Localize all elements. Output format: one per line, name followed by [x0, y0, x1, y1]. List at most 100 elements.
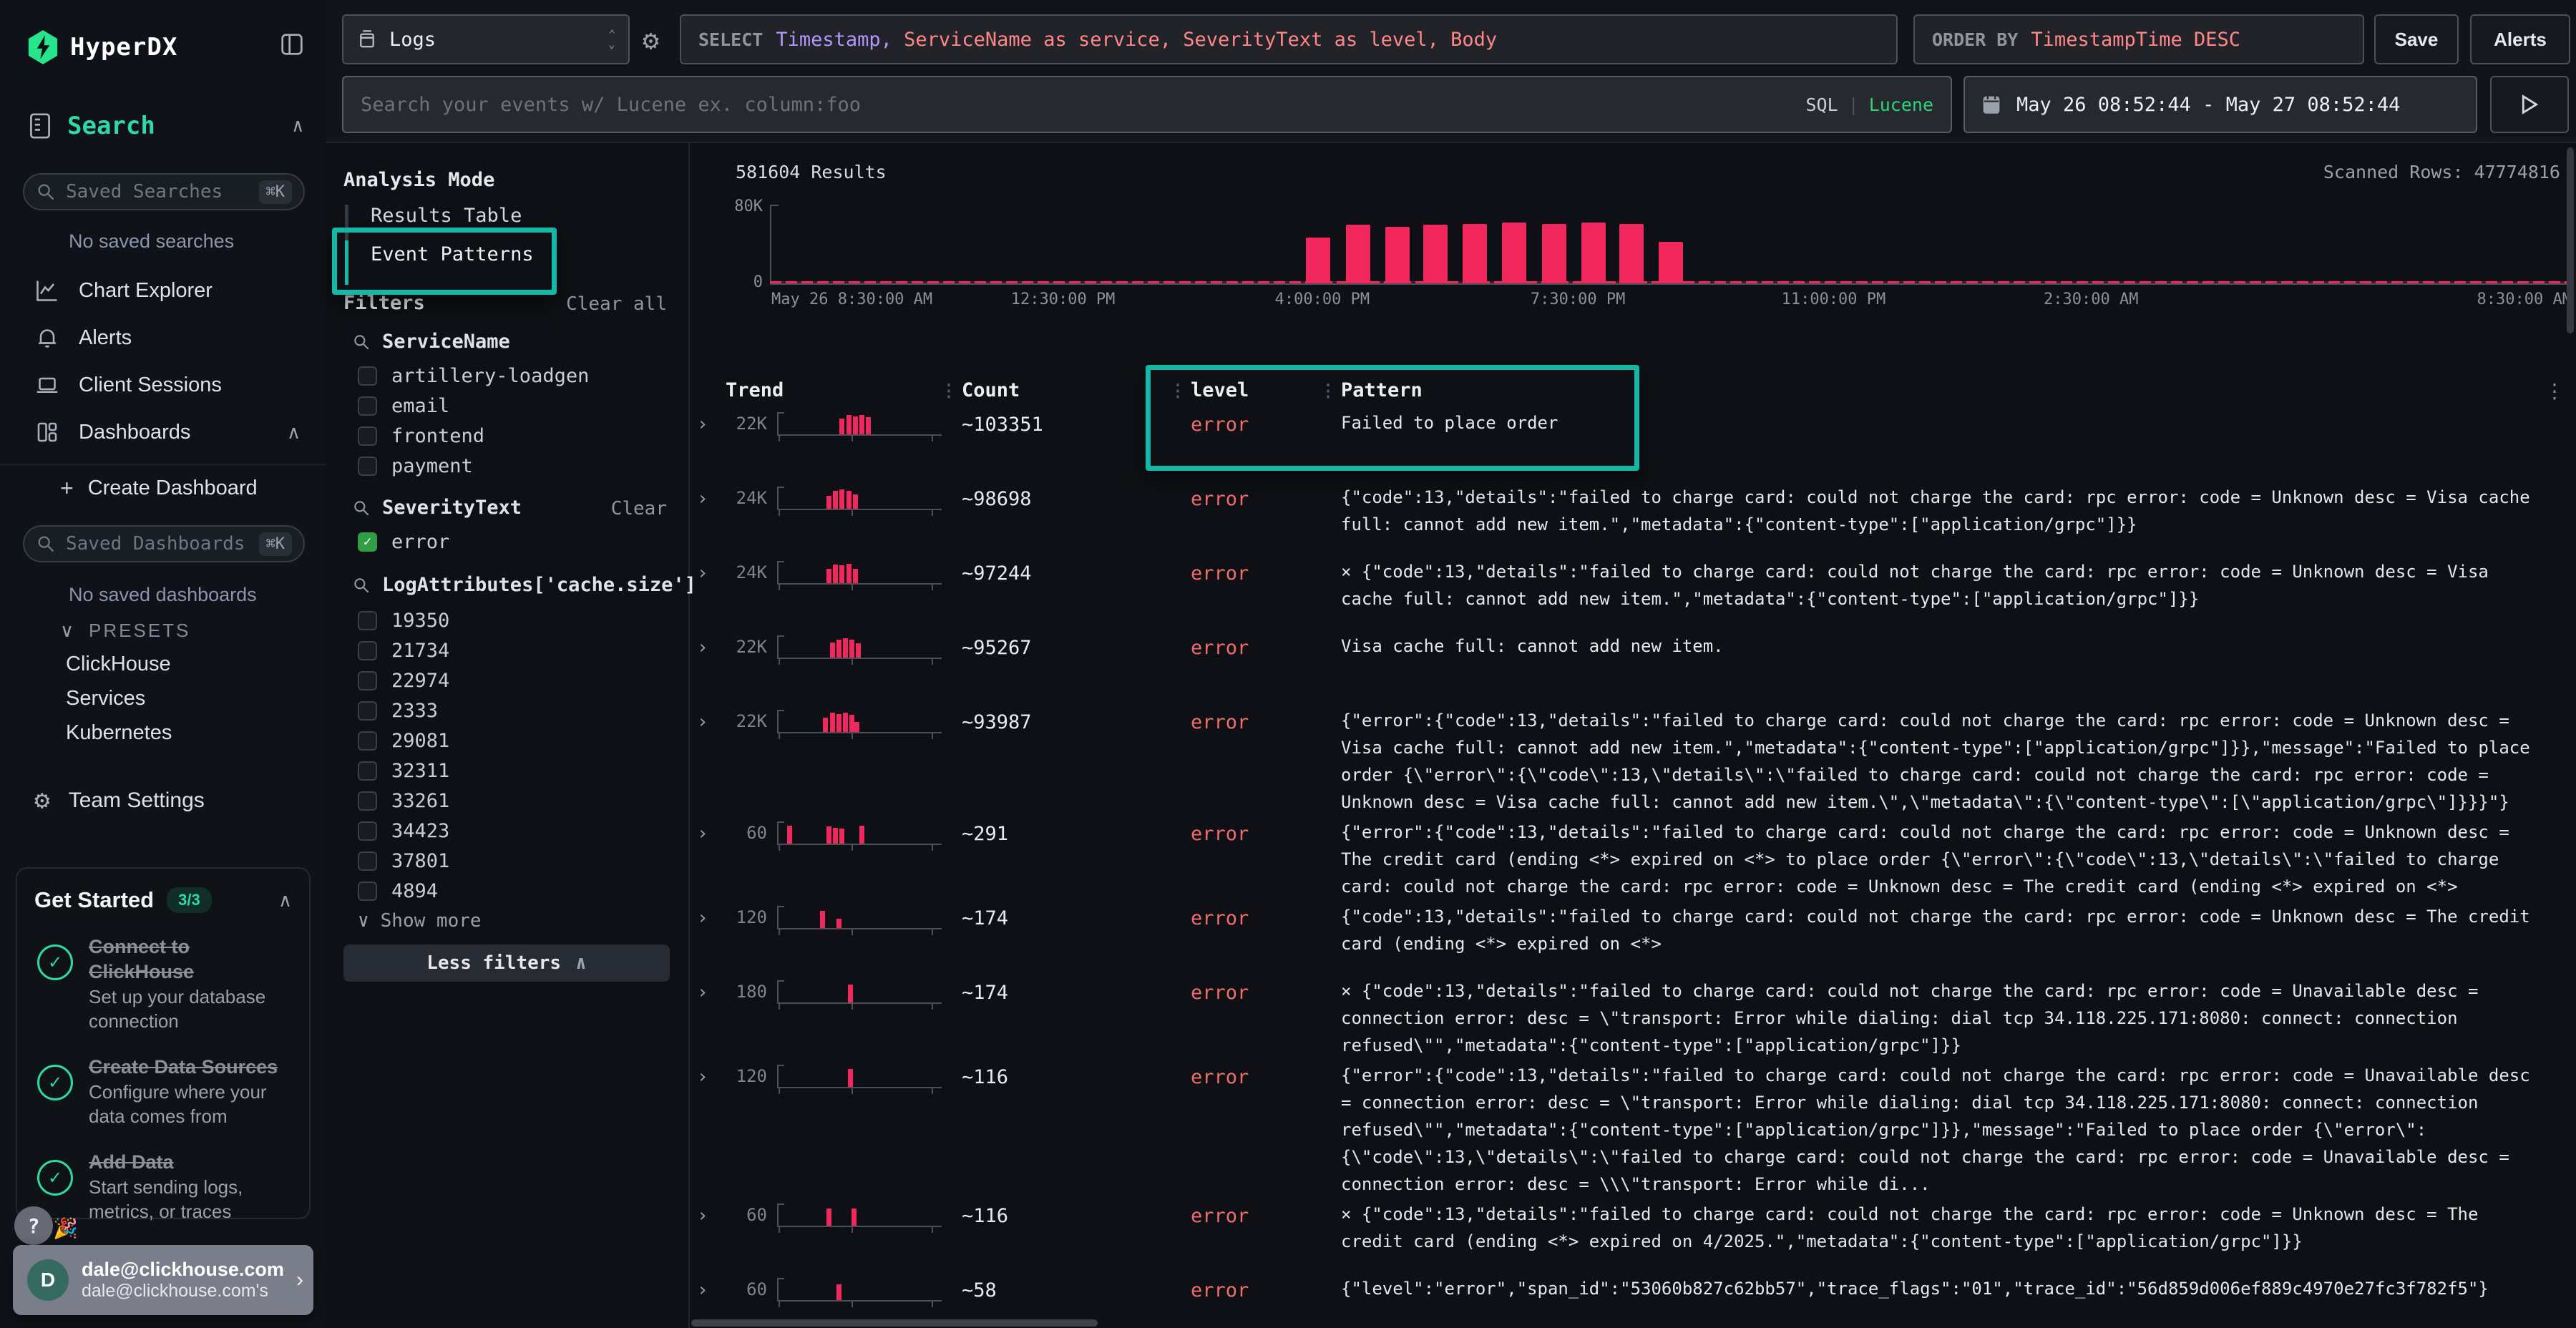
pattern-cell[interactable]: {"code":13,"details":"failed to charge c…: [1341, 484, 2576, 538]
column-header-level[interactable]: ⋮level: [1191, 379, 1341, 412]
checkbox-unchecked[interactable]: [358, 366, 377, 386]
saved-searches-input[interactable]: Saved Searches ⌘K: [23, 173, 305, 210]
histogram-bar[interactable]: [1502, 223, 1526, 283]
checkbox-unchecked[interactable]: [358, 671, 377, 690]
pattern-cell[interactable]: Visa cache full: cannot add new item.: [1341, 633, 2576, 660]
row-expander-icon[interactable]: ›: [691, 710, 718, 733]
column-header-trend[interactable]: Trend: [718, 379, 962, 412]
search-input[interactable]: Search your events w/ Lucene ex. column:…: [342, 76, 1952, 133]
alerts-button[interactable]: Alerts: [2470, 14, 2570, 64]
filter-option[interactable]: 22974: [358, 665, 673, 695]
row-expander-icon[interactable]: ›: [691, 980, 718, 1003]
row-expander-icon[interactable]: ›: [691, 1204, 718, 1226]
sidebar-item-alerts[interactable]: Alerts: [0, 318, 326, 358]
analysis-mode-results-table[interactable]: Results Table: [371, 205, 522, 227]
histogram-bar[interactable]: [1619, 224, 1644, 283]
filter-option[interactable]: 4894: [358, 876, 673, 906]
sidebar-item-client-sessions[interactable]: Client Sessions: [0, 365, 326, 405]
saved-dashboards-input[interactable]: Saved Dashboards ⌘K: [23, 525, 305, 562]
sidebar-item-chart-explorer[interactable]: Chart Explorer: [0, 270, 326, 311]
horizontal-scrollbar[interactable]: [691, 1319, 1098, 1327]
checkbox-unchecked[interactable]: [358, 701, 377, 721]
column-header-pattern[interactable]: ⋮Pattern: [1341, 379, 2576, 412]
sidebar-collapse-icon[interactable]: [278, 30, 306, 59]
presets-toggle[interactable]: ∨ PRESETS: [60, 620, 190, 642]
table-row[interactable]: ›24K~97244error× {"code":13,"details":"f…: [691, 561, 2576, 630]
get-started-step[interactable]: ✓ Add Data Start sending logs, metrics, …: [34, 1150, 292, 1224]
histogram-bar[interactable]: [1659, 242, 1683, 283]
chevron-up-icon[interactable]: ∧: [287, 421, 301, 444]
row-expander-icon[interactable]: ›: [691, 561, 718, 584]
get-started-step[interactable]: ✓ Connect to ClickHouse Set up your data…: [34, 934, 292, 1033]
row-expander-icon[interactable]: ›: [691, 635, 718, 658]
pattern-cell[interactable]: {"error":{"code":13,"details":"failed to…: [1341, 819, 2576, 900]
row-expander-icon[interactable]: ›: [691, 487, 718, 509]
run-query-button[interactable]: [2490, 76, 2569, 133]
clear-all-button[interactable]: Clear all: [566, 293, 667, 315]
sidebar-item-dashboards[interactable]: Dashboards ∧: [0, 412, 326, 452]
show-more-button[interactable]: ∨ Show more: [358, 910, 482, 932]
checkbox-unchecked[interactable]: [358, 611, 377, 630]
save-button[interactable]: Save: [2374, 14, 2459, 64]
checkbox-unchecked[interactable]: [358, 731, 377, 751]
filter-option[interactable]: frontend: [358, 421, 673, 451]
pattern-cell[interactable]: × {"code":13,"details":"failed to charge…: [1341, 1201, 2576, 1255]
filter-option[interactable]: 19350: [358, 605, 673, 635]
date-range-input[interactable]: May 26 08:52:44 - May 27 08:52:44: [1963, 76, 2477, 133]
get-started-step[interactable]: ✓ Create Data Sources Configure where yo…: [34, 1055, 292, 1128]
select-clause-input[interactable]: SELECT Timestamp, ServiceName as service…: [680, 14, 1898, 64]
pattern-cell[interactable]: Failed to place order: [1341, 409, 2576, 436]
sidebar-item-clickhouse[interactable]: ClickHouse: [66, 653, 171, 676]
checkbox-unchecked[interactable]: [358, 426, 377, 446]
drag-handle-icon[interactable]: ⋮: [940, 381, 957, 401]
column-header-count[interactable]: ⋮Count: [962, 379, 1191, 412]
table-row[interactable]: ›22K~103351errorFailed to place order: [691, 412, 2576, 481]
histogram-bar[interactable]: [1346, 225, 1370, 283]
row-expander-icon[interactable]: ›: [691, 906, 718, 929]
pattern-cell[interactable]: × {"code":13,"details":"failed to charge…: [1341, 977, 2576, 1059]
row-expander-icon[interactable]: ›: [691, 412, 718, 435]
query-settings-gear-icon[interactable]: ⚙: [643, 24, 659, 56]
sidebar-item-kubernetes[interactable]: Kubernetes: [66, 721, 172, 745]
filter-option[interactable]: 32311: [358, 756, 673, 786]
checkbox-unchecked[interactable]: [358, 851, 377, 871]
pattern-cell[interactable]: × {"code":13,"details":"failed to charge…: [1341, 558, 2576, 612]
filter-option[interactable]: email: [358, 391, 673, 421]
filter-option[interactable]: 2333: [358, 695, 673, 726]
table-row[interactable]: ›60~291error{"error":{"code":13,"details…: [691, 821, 2576, 900]
table-row[interactable]: ›120~116error{"error":{"code":13,"detail…: [691, 1065, 2576, 1198]
table-row[interactable]: ›60~116error× {"code":13,"details":"fail…: [691, 1204, 2576, 1272]
table-row[interactable]: ›24K~98698error{"code":13,"details":"fai…: [691, 487, 2576, 555]
table-row[interactable]: ›22K~93987error{"error":{"code":13,"deta…: [691, 710, 2576, 816]
create-dashboard-button[interactable]: + Create Dashboard: [60, 475, 258, 502]
filter-option[interactable]: 33261: [358, 786, 673, 816]
chevron-up-icon[interactable]: ∧: [278, 889, 292, 912]
search-icon[interactable]: [352, 333, 371, 351]
chevron-up-icon[interactable]: ∧: [292, 115, 303, 137]
analysis-mode-event-patterns[interactable]: Event Patterns: [371, 243, 534, 265]
pattern-cell[interactable]: {"error":{"code":13,"details":"failed to…: [1341, 707, 2576, 816]
filter-option[interactable]: 29081: [358, 726, 673, 756]
pattern-cell[interactable]: {"error":{"code":13,"details":"failed to…: [1341, 1062, 2576, 1198]
filter-option[interactable]: 37801: [358, 846, 673, 876]
filter-option[interactable]: artillery-loadgen: [358, 361, 673, 391]
checkbox-unchecked[interactable]: [358, 761, 377, 781]
search-icon[interactable]: [352, 576, 371, 595]
source-select[interactable]: Logs ⌃⌃: [342, 14, 630, 64]
sidebar-section-search[interactable]: Search ∧: [27, 112, 306, 140]
pattern-cell[interactable]: {"level":"error","span_id":"53060b827c62…: [1341, 1275, 2576, 1302]
checkbox-unchecked[interactable]: [358, 456, 377, 476]
filter-option[interactable]: 21734: [358, 635, 673, 665]
lucene-mode-toggle[interactable]: Lucene: [1869, 94, 1933, 115]
histogram-bar[interactable]: [1423, 225, 1448, 283]
row-expander-icon[interactable]: ›: [691, 821, 718, 844]
sidebar-item-services[interactable]: Services: [66, 687, 145, 711]
sql-mode-toggle[interactable]: SQL: [1805, 94, 1838, 115]
order-by-input[interactable]: ORDER BY TimestampTime DESC: [1913, 14, 2364, 64]
filter-option[interactable]: 34423: [358, 816, 673, 846]
pattern-cell[interactable]: {"code":13,"details":"failed to charge c…: [1341, 903, 2576, 957]
checkbox-unchecked[interactable]: [358, 641, 377, 660]
checkbox-checked[interactable]: ✓: [358, 532, 377, 552]
sidebar-item-team-settings[interactable]: ⚙ Team Settings: [34, 786, 205, 815]
table-row[interactable]: ›180~174error× {"code":13,"details":"fai…: [691, 980, 2576, 1059]
